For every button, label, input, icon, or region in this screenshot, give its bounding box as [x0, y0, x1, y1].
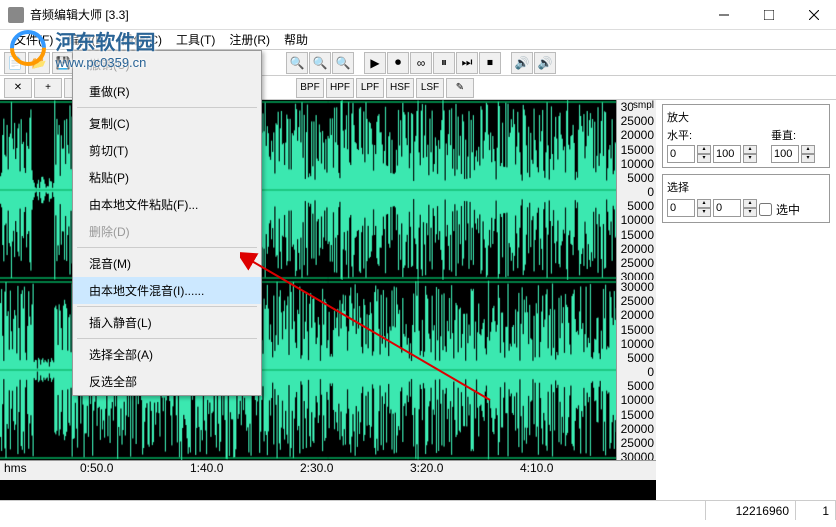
horiz-zoom-1-spin[interactable]: ▴▾: [697, 145, 711, 163]
vert-zoom-spin[interactable]: ▴▾: [801, 145, 815, 163]
pause-button[interactable]: ⏸: [433, 52, 455, 74]
vert-zoom[interactable]: [771, 145, 799, 163]
horiz-zoom-2[interactable]: [713, 145, 741, 163]
menu-help[interactable]: 帮助: [278, 29, 314, 50]
status-cell-1: [0, 501, 706, 520]
stop-button[interactable]: ⏹: [479, 52, 501, 74]
speaker-left-button[interactable]: 🔊: [511, 52, 533, 74]
menu-register[interactable]: 注册(R): [223, 29, 276, 50]
menu-edit[interactable]: 编辑(E): [61, 29, 113, 50]
open-button[interactable]: 📂: [28, 52, 50, 74]
record-button[interactable]: ⏺: [387, 52, 409, 74]
menu-item[interactable]: 由本地文件混音(I)......: [73, 277, 261, 304]
vert-label: 垂直:: [771, 127, 815, 143]
zoom-out-button[interactable]: 🔍: [332, 52, 354, 74]
new-button[interactable]: 📄: [4, 52, 26, 74]
loop-button[interactable]: ∞: [410, 52, 432, 74]
filter-lsf[interactable]: LSF: [416, 78, 444, 98]
zoom-panel: 放大 水平: ▴▾ ▴▾ 垂直: ▴▾: [662, 104, 830, 168]
filter-lpf[interactable]: LPF: [356, 78, 384, 98]
menu-item[interactable]: 选择全部(A): [73, 341, 261, 368]
horiz-zoom-1[interactable]: [667, 145, 695, 163]
select-end-spin[interactable]: ▴▾: [743, 199, 757, 217]
menu-item[interactable]: 剪切(T): [73, 137, 261, 164]
close-button[interactable]: [791, 0, 836, 30]
effect-2[interactable]: +: [34, 78, 62, 98]
play-button[interactable]: ▶: [364, 52, 386, 74]
amplitude-ruler-right: 3000025000200001500010000500005000100001…: [616, 280, 656, 460]
select-check-label: 选中: [776, 201, 800, 218]
zoom-fit-button[interactable]: 🔍: [286, 52, 308, 74]
maximize-button[interactable]: [746, 0, 791, 30]
titlebar: 音频编辑大师 [3.3]: [0, 0, 836, 30]
menu-item[interactable]: 复制(C): [73, 110, 261, 137]
right-panel: 放大 水平: ▴▾ ▴▾ 垂直: ▴▾: [656, 100, 836, 500]
minimize-button[interactable]: [701, 0, 746, 30]
menu-item[interactable]: 粘贴(P): [73, 164, 261, 191]
zoom-in-button[interactable]: 🔍: [309, 52, 331, 74]
menubar: 文件(F) 编辑(E) 操作(C) 工具(T) 注册(R) 帮助: [0, 30, 836, 50]
zoom-title: 放大: [667, 109, 825, 125]
next-button[interactable]: ⏭: [456, 52, 478, 74]
select-checkbox[interactable]: [759, 203, 772, 216]
filter-hpf[interactable]: HPF: [326, 78, 354, 98]
amplitude-ruler-left: 3000025000200001500010000500005000100001…: [616, 100, 656, 280]
edit-dropdown-menu: 撤销(U)重做(R) 复制(C)剪切(T)粘贴(P)由本地文件粘贴(F)...删除…: [72, 50, 262, 396]
effect-pencil[interactable]: ✎: [446, 78, 474, 98]
menu-item[interactable]: 反选全部: [73, 368, 261, 395]
menu-item[interactable]: 由本地文件粘贴(F)...: [73, 191, 261, 218]
window-title: 音频编辑大师 [3.3]: [30, 6, 701, 23]
status-samples: 12216960: [706, 501, 796, 520]
speaker-right-button[interactable]: 🔊: [534, 52, 556, 74]
time-unit-label: hms: [4, 461, 27, 475]
menu-item[interactable]: 插入静音(L): [73, 309, 261, 336]
menu-tools[interactable]: 工具(T): [170, 29, 221, 50]
select-panel: 选择 ▴▾ ▴▾ 选中: [662, 174, 830, 223]
time-ruler: hms 0:50.01:40.02:30.03:20.04:10.0: [0, 460, 656, 480]
select-start[interactable]: [667, 199, 695, 217]
filter-hsf[interactable]: HSF: [386, 78, 414, 98]
horiz-zoom-2-spin[interactable]: ▴▾: [743, 145, 757, 163]
select-start-spin[interactable]: ▴▾: [697, 199, 711, 217]
statusbar: 12216960 1: [0, 500, 836, 520]
window-controls: [701, 0, 836, 30]
app-icon: [8, 7, 24, 23]
select-end[interactable]: [713, 199, 741, 217]
menu-file[interactable]: 文件(F): [8, 29, 59, 50]
save-button[interactable]: 💾: [52, 52, 74, 74]
horiz-label: 水平:: [667, 127, 757, 143]
menu-item[interactable]: 重做(R): [73, 78, 261, 105]
filter-bpf[interactable]: BPF: [296, 78, 324, 98]
select-title: 选择: [667, 179, 825, 195]
menu-item: 撤销(U): [73, 51, 261, 78]
status-channels: 1: [796, 501, 836, 520]
menu-item: 删除(D): [73, 218, 261, 245]
sample-unit-label: smpl: [633, 100, 654, 111]
menu-operate[interactable]: 操作(C): [115, 29, 168, 50]
effect-1[interactable]: ✕: [4, 78, 32, 98]
menu-item[interactable]: 混音(M): [73, 250, 261, 277]
